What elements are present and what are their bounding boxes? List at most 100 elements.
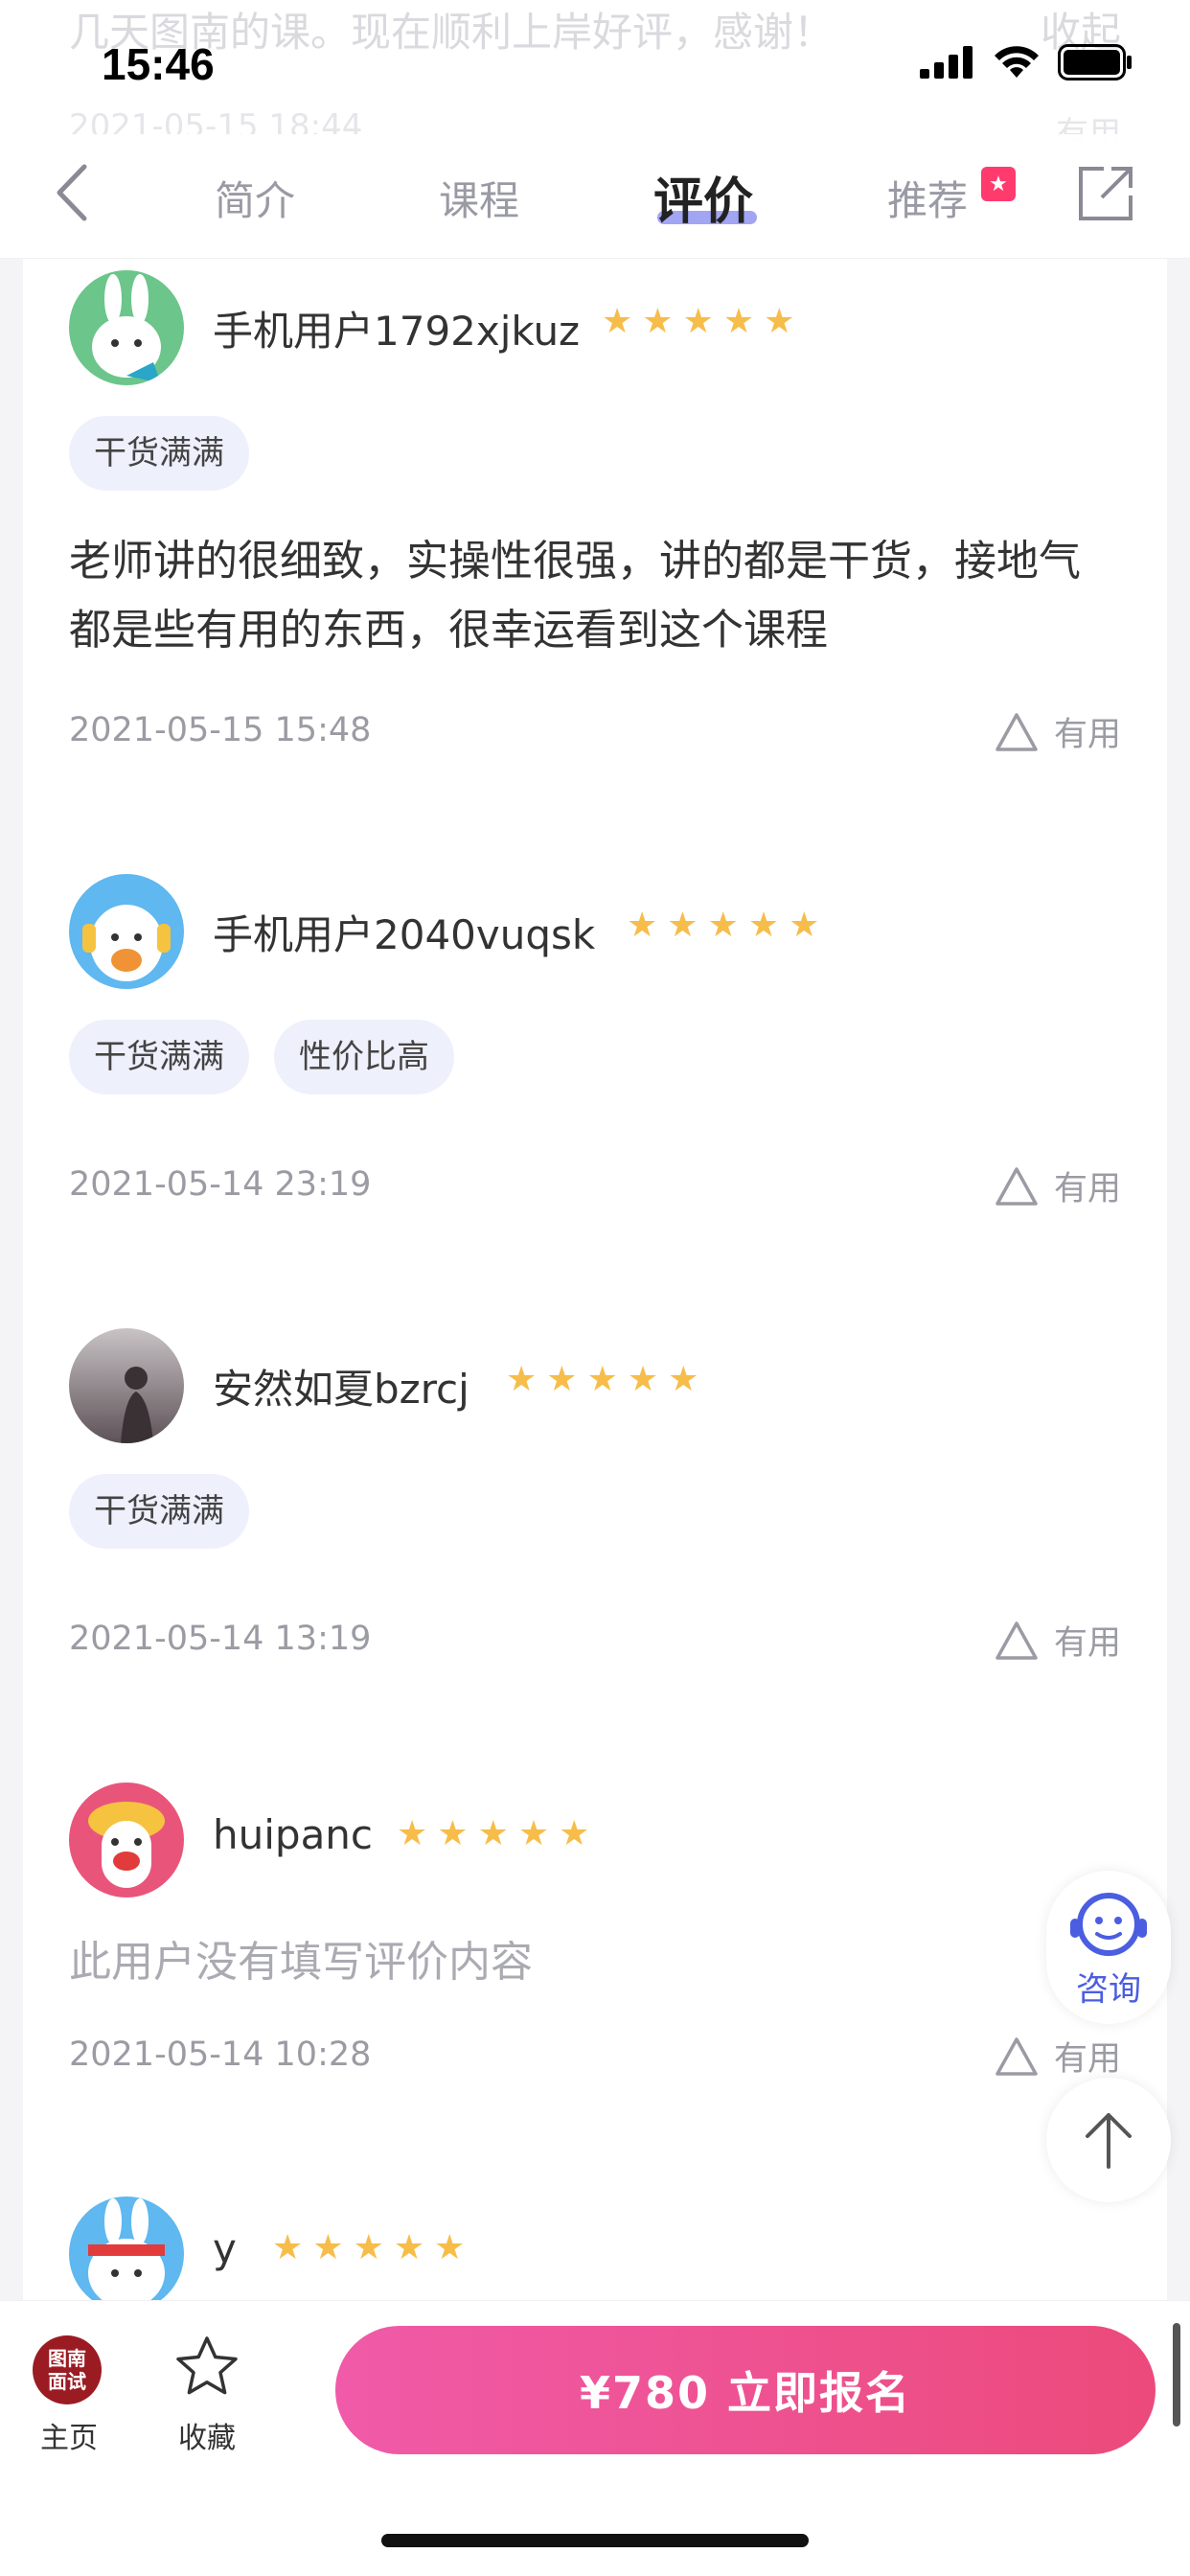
thumb-triangle-icon [995, 1166, 1038, 1206]
thumb-triangle-icon [995, 712, 1038, 751]
review-date: 2021-05-14 23:19 [69, 1165, 372, 1204]
star-icon: ★ [434, 2228, 466, 2267]
star-icon: ★ [559, 1814, 590, 1853]
rating-stars: ★ ★ ★ ★ ★ [397, 1817, 589, 1852]
review-tag: 干货满满 [69, 1020, 249, 1094]
star-icon: ★ [668, 1360, 699, 1399]
thumb-triangle-icon [995, 1621, 1038, 1660]
favorite-label: 收藏 [178, 2422, 236, 2455]
review-content: 此用户没有填写评价内容 [69, 1938, 533, 1987]
tab-reviews[interactable]: 评价 [653, 161, 753, 233]
avatar[interactable] [69, 1328, 184, 1443]
review-tags: 干货满满 性价比高 [69, 1020, 454, 1094]
status-icons [920, 44, 1133, 80]
top-navigation: 简介 课程 评价 推荐 ★ [0, 134, 1190, 259]
review-tags: 干货满满 [69, 416, 249, 491]
enroll-button[interactable]: ¥780 立即报名 [335, 2326, 1156, 2454]
home-nav-item[interactable]: 图南 面试 主页 [33, 2335, 105, 2456]
useful-label: 有用 [1053, 1624, 1121, 1663]
status-bar: 15:46 [0, 0, 1190, 134]
cellular-signal-icon [920, 46, 973, 79]
favorite-nav-item[interactable]: 收藏 [171, 2334, 243, 2456]
star-icon: ★ [722, 302, 755, 341]
battery-icon [1058, 44, 1132, 80]
tab-recommend[interactable]: 推荐 [887, 169, 968, 227]
review-item: 手机用户2040vuqsk ★ ★ ★ ★ ★ 干货满满 性价比高 2021-05-14… [69, 874, 1121, 1276]
star-icon: ★ [506, 1360, 538, 1399]
star-icon: ★ [393, 2228, 425, 2267]
review-item: 安然如夏bzrcj ★ ★ ★ ★ ★ 干货满满 2021-05-14 13:19 有用 [69, 1328, 1121, 1731]
star-icon: ★ [586, 1360, 618, 1399]
star-icon: ★ [437, 1814, 469, 1853]
star-icon: ★ [353, 2228, 384, 2267]
useful-button[interactable]: 有用 [995, 2032, 1121, 2081]
left-margin [0, 259, 23, 2300]
useful-button[interactable]: 有用 [995, 1162, 1121, 1210]
star-icon: ★ [477, 1814, 509, 1853]
review-date: 2021-05-15 15:48 [69, 711, 372, 749]
star-icon: ★ [682, 302, 714, 341]
star-icon: ★ [397, 1814, 428, 1853]
review-tag: 干货满满 [69, 416, 249, 491]
consult-button[interactable]: 咨询 [1046, 1871, 1171, 2024]
chick-avatar-icon [69, 1782, 184, 1898]
useful-label: 有用 [1053, 1170, 1121, 1208]
rating-stars: ★ ★ ★ ★ ★ [506, 1363, 698, 1397]
avatar[interactable] [69, 270, 184, 385]
duck-avatar-icon [69, 874, 184, 989]
username: 安然如夏bzrcj [213, 1366, 469, 1413]
avatar[interactable] [69, 874, 184, 989]
useful-label: 有用 [1053, 2040, 1121, 2079]
star-icon: ★ [517, 1814, 550, 1853]
photo-avatar-icon [69, 1328, 184, 1443]
useful-button[interactable]: 有用 [995, 707, 1121, 756]
tab-course[interactable]: 课程 [439, 169, 519, 227]
star-icon: ★ [642, 302, 674, 341]
back-icon[interactable] [46, 159, 103, 226]
star-icon: ★ [627, 906, 658, 945]
username: y [213, 2225, 237, 2272]
star-icon: ★ [546, 1360, 578, 1399]
username: 手机用户2040vuqsk [213, 911, 596, 958]
share-icon[interactable] [1075, 163, 1136, 224]
review-content: 老师讲的很细致，实操性很强，讲的都是干货，接地气都是些有用的东西，很幸运看到这个… [69, 537, 1081, 655]
customer-service-icon [1070, 1892, 1147, 1956]
right-margin [1167, 259, 1190, 2300]
thumb-triangle-icon [995, 2036, 1038, 2076]
star-icon: ★ [602, 302, 633, 341]
status-time: 15:46 [102, 39, 215, 89]
star-icon: ★ [747, 906, 780, 945]
review-item: huipanc ★ ★ ★ ★ ★ 此用户没有填写评价内容 2021-05-14 10:… [69, 1782, 1121, 2089]
rabbit-avatar-icon [69, 270, 184, 385]
rating-stars: ★ ★ ★ ★ ★ [272, 2231, 465, 2266]
home-indicator[interactable] [381, 2534, 809, 2547]
back-to-top-button[interactable] [1046, 2078, 1171, 2202]
useful-button[interactable]: 有用 [995, 1616, 1121, 1665]
review-item: 手机用户1792xjkuz ★ ★ ★ ★ ★ 干货满满 老师讲的很细致，实操性很强，讲… [69, 270, 1121, 788]
recommend-badge-icon: ★ [981, 167, 1016, 201]
review-tags: 干货满满 [69, 1474, 249, 1549]
rating-stars: ★ ★ ★ ★ ★ [627, 908, 819, 943]
review-tag: 性价比高 [274, 1020, 454, 1094]
rabbit-headband-avatar-icon [69, 2196, 184, 2300]
tab-intro[interactable]: 简介 [215, 169, 295, 227]
tunan-logo-icon: 图南 面试 [33, 2335, 102, 2404]
username: huipanc [213, 1811, 374, 1858]
review-item: y ★ ★ ★ ★ ★ [69, 2196, 1121, 2300]
arrow-up-icon [1086, 2113, 1132, 2169]
star-outline-icon [176, 2336, 238, 2395]
star-icon: ★ [764, 302, 795, 341]
useful-label: 有用 [1053, 716, 1121, 754]
avatar[interactable] [69, 2196, 184, 2300]
star-icon: ★ [627, 1360, 659, 1399]
username: 手机用户1792xjkuz [213, 308, 581, 355]
home-label: 主页 [40, 2422, 98, 2455]
avatar[interactable] [69, 1782, 184, 1898]
scrollbar[interactable] [1173, 2323, 1180, 2426]
review-tag: 干货满满 [69, 1474, 249, 1549]
rating-stars: ★ ★ ★ ★ ★ [602, 305, 794, 339]
star-icon: ★ [312, 2228, 344, 2267]
star-icon: ★ [667, 906, 698, 945]
star-icon: ★ [789, 906, 820, 945]
star-icon: ★ [707, 906, 739, 945]
